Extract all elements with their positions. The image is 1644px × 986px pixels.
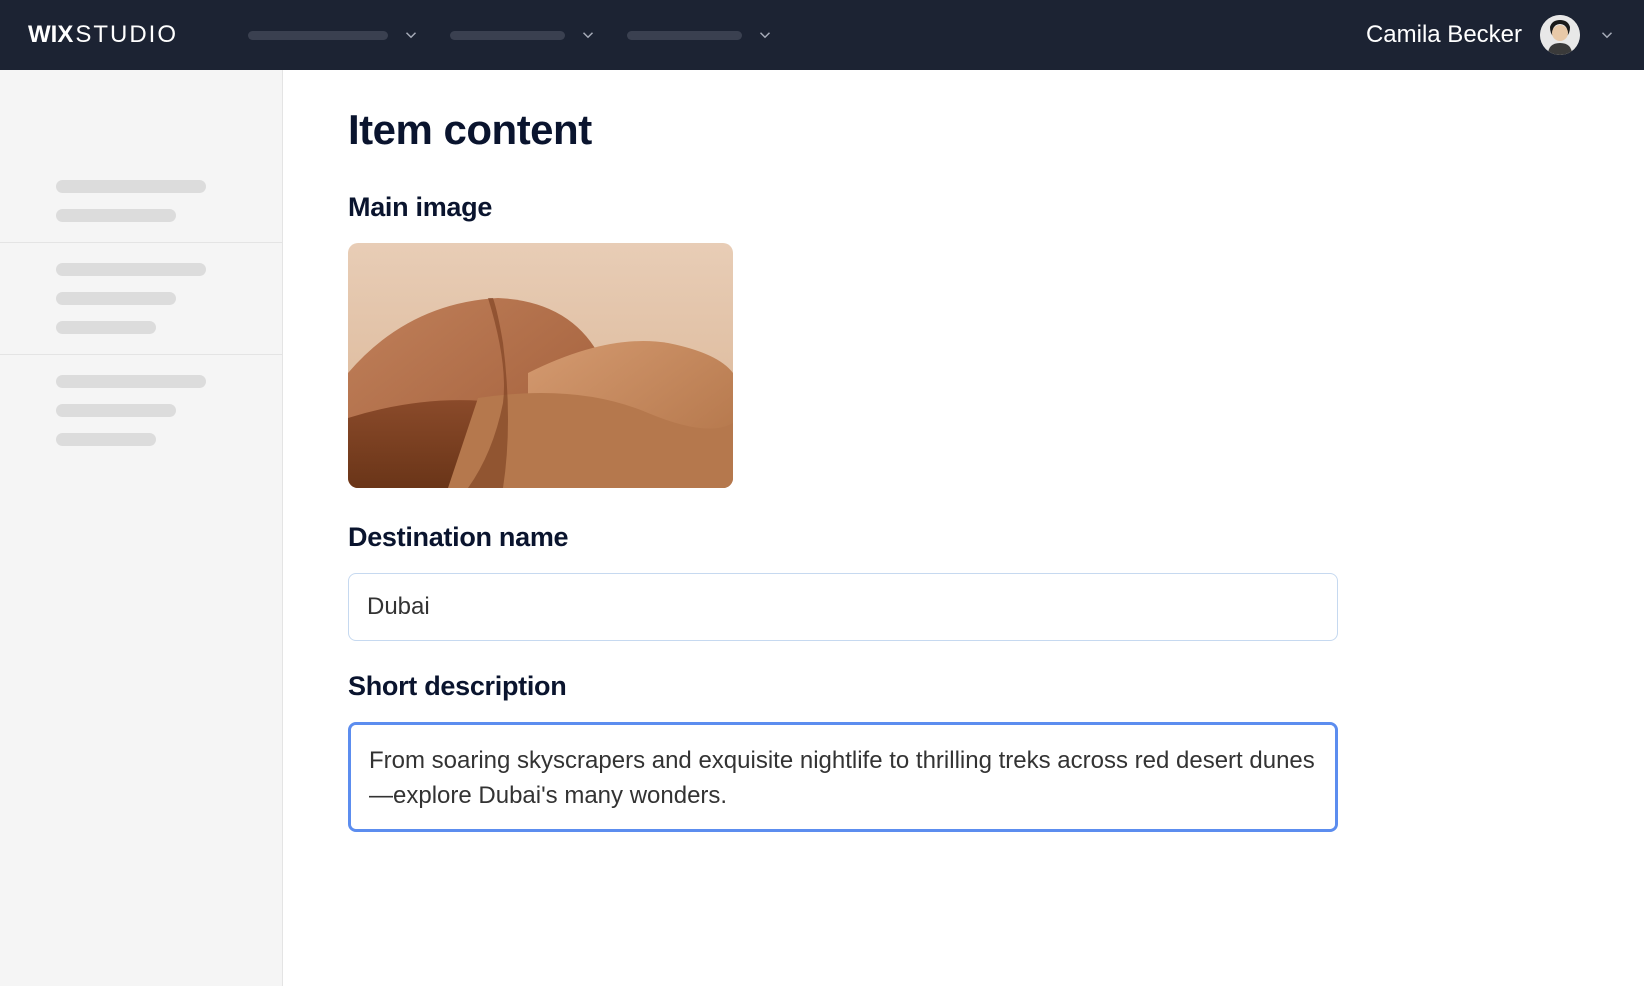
main-content: Item content Main image [283,70,1644,986]
header-user-area: Camila Becker [1366,15,1616,55]
nav-dropdown-2[interactable] [450,26,597,44]
sidebar-section-3 [0,355,282,466]
sidebar-section-1 [0,160,282,243]
sidebar-section-2 [0,243,282,355]
chevron-down-icon [579,26,597,44]
sidebar-item[interactable] [56,433,156,446]
header-nav [248,26,774,44]
nav-placeholder-bar [627,31,742,40]
app-header: WIX STUDIO Camila Becker [0,0,1644,70]
nav-dropdown-3[interactable] [627,26,774,44]
page-title: Item content [348,106,1579,154]
sidebar-item[interactable] [56,180,206,193]
body-area: Item content Main image [0,70,1644,986]
nav-dropdown-1[interactable] [248,26,420,44]
sidebar-item[interactable] [56,263,206,276]
sidebar-item[interactable] [56,209,176,222]
nav-placeholder-bar [248,31,388,40]
destination-name-input[interactable] [348,573,1338,641]
sidebar [0,70,283,986]
short-description-label: Short description [348,671,1579,702]
avatar-image [1540,15,1580,55]
chevron-down-icon[interactable] [1598,26,1616,44]
nav-placeholder-bar [450,31,565,40]
user-name: Camila Becker [1366,21,1522,49]
destination-name-label: Destination name [348,522,1579,553]
main-image-label: Main image [348,192,1579,223]
avatar[interactable] [1540,15,1580,55]
sidebar-item[interactable] [56,292,176,305]
logo-studio: STUDIO [75,21,178,49]
desert-dunes-image [348,243,733,488]
main-image-preview[interactable] [348,243,733,488]
sidebar-item[interactable] [56,375,206,388]
chevron-down-icon [402,26,420,44]
sidebar-item[interactable] [56,321,156,334]
short-description-textarea[interactable] [348,722,1338,832]
logo-wix: WIX [28,21,73,49]
chevron-down-icon [756,26,774,44]
sidebar-item[interactable] [56,404,176,417]
